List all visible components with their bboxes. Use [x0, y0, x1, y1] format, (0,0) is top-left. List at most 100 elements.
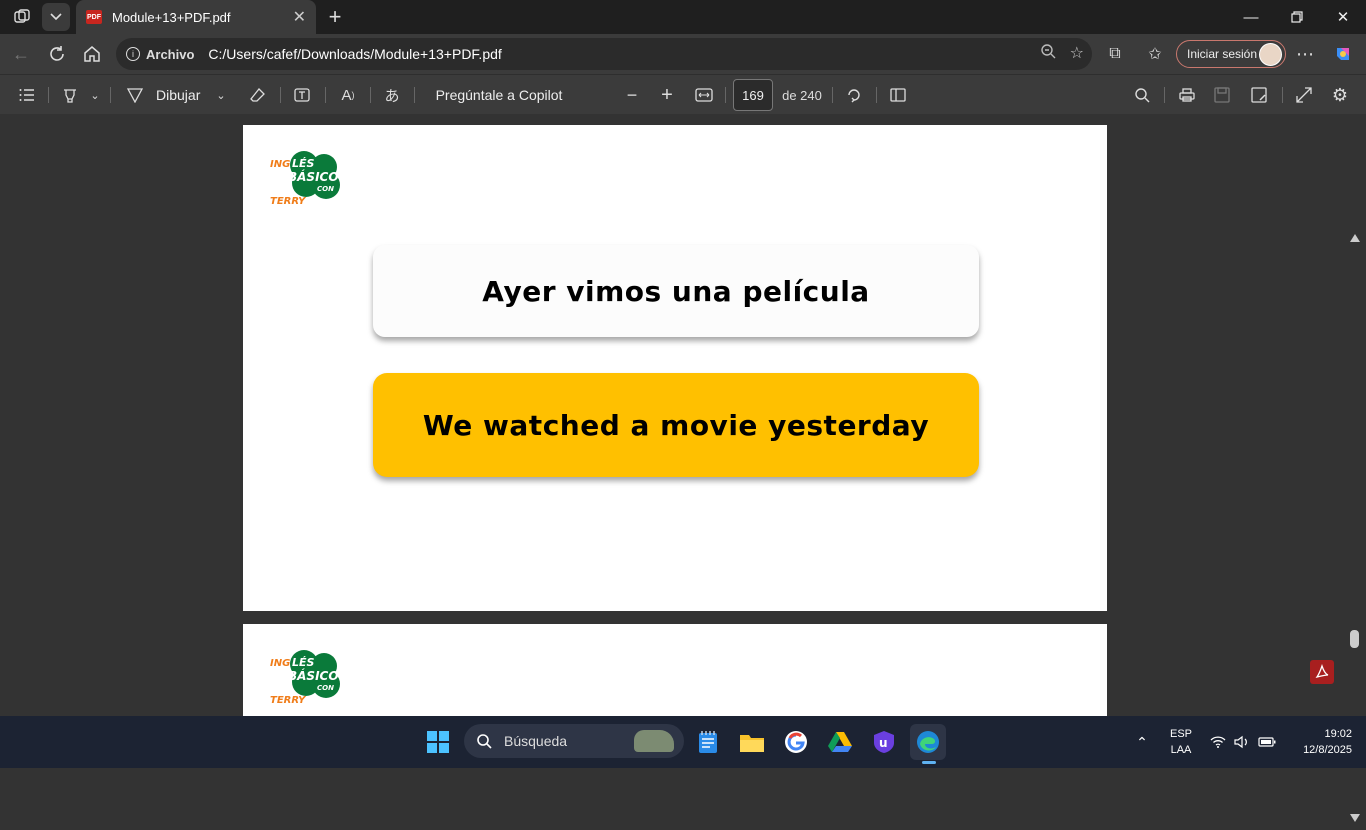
signin-label: Iniciar sesión [1187, 47, 1258, 61]
file-explorer-icon[interactable] [734, 724, 770, 760]
logo-ingles-basico-con-terry: ING LÉS BÁSICO CON TERRY [270, 151, 340, 207]
signin-button[interactable]: Iniciar sesión [1176, 40, 1286, 68]
toolbar-separator [876, 87, 877, 103]
google-drive-icon[interactable] [822, 724, 858, 760]
svg-text:LÉS: LÉS [292, 157, 315, 170]
ublock-icon[interactable]: u [866, 724, 902, 760]
scroll-down-icon[interactable] [1350, 814, 1360, 822]
find-icon[interactable] [1130, 75, 1154, 115]
zoom-icon[interactable] [1040, 43, 1056, 64]
contents-icon[interactable] [14, 75, 40, 115]
google-icon[interactable] [778, 724, 814, 760]
refresh-icon[interactable] [42, 40, 72, 68]
zoom-out-icon[interactable]: − [620, 75, 644, 115]
ask-copilot-button[interactable]: Pregúntale a Copilot [424, 75, 574, 115]
svg-text:CON: CON [317, 185, 334, 193]
toolbar-separator [48, 87, 49, 103]
logo-ingles-basico-con-terry: ING LÉS BÁSICO CON TERRY [270, 650, 340, 706]
print-icon[interactable] [1175, 75, 1199, 115]
draw-icon [126, 88, 144, 103]
pdf-page: ING LÉS BÁSICO CON TERRY Ayer vimos una … [243, 125, 1107, 611]
start-windows-icon[interactable] [420, 724, 456, 760]
address-scheme-label: Archivo [146, 46, 195, 62]
highlight-chevron-icon[interactable]: ⌄ [88, 75, 102, 115]
url-text[interactable]: C:/Users/cafef/Downloads/Module+13+PDF.p… [208, 46, 501, 62]
svg-text:ING: ING [270, 658, 290, 669]
tab-close-icon[interactable]: ✕ [293, 7, 306, 27]
time: 19:02 [1324, 728, 1352, 740]
eraser-icon[interactable] [246, 75, 270, 115]
workspaces-icon[interactable] [8, 3, 36, 31]
elephant-icon [634, 730, 674, 752]
page-number: 169 [742, 87, 764, 103]
language-code: ESP [1169, 728, 1192, 740]
input-language[interactable]: ESP LAA [1168, 716, 1194, 768]
tab-actions-chevron-icon[interactable] [42, 3, 70, 31]
favorite-star-icon[interactable]: ☆ [1070, 43, 1084, 64]
info-icon[interactable]: i [126, 47, 140, 61]
back-icon[interactable]: ← [6, 40, 36, 68]
zoom-in-icon[interactable]: + [655, 75, 679, 115]
toolbar-separator [370, 87, 371, 103]
volume-icon [1234, 735, 1247, 749]
fit-page-icon[interactable] [692, 75, 716, 115]
tab-title: Module+13+PDF.pdf [112, 9, 231, 25]
toolbar-separator [1164, 87, 1165, 103]
page-number-input[interactable]: 169 [733, 79, 773, 111]
svg-text:TERRY: TERRY [270, 695, 307, 706]
svg-text:ING: ING [270, 159, 290, 170]
search-icon [477, 734, 492, 749]
scroll-up-icon[interactable] [1350, 234, 1360, 242]
pdf-viewer: ING LÉS BÁSICO CON TERRY Ayer vimos una … [0, 114, 1366, 822]
toolbar-separator [1282, 87, 1283, 103]
spanish-sentence-card: Ayer vimos una película [373, 245, 979, 337]
svg-text:LÉS: LÉS [292, 656, 315, 669]
active-app-indicator [922, 761, 936, 764]
new-tab-icon[interactable]: + [322, 4, 348, 30]
settings-gear-icon[interactable]: ⚙ [1328, 75, 1352, 115]
clock[interactable]: 19:02 12/8/2025 [1288, 716, 1352, 768]
pdf-icon: PDF [86, 10, 102, 24]
taskbar-search[interactable]: Búsqueda [464, 724, 684, 758]
close-window-icon[interactable]: ✕ [1320, 0, 1366, 34]
draw-button[interactable]: Dibujar [126, 75, 204, 115]
text-box-icon[interactable] [290, 75, 314, 115]
copilot-label: Pregúntale a Copilot [435, 87, 563, 103]
acrobat-icon[interactable] [1310, 660, 1334, 684]
svg-text:BÁSICO: BÁSICO [288, 169, 339, 184]
battery-icon [1258, 737, 1276, 747]
tab-bar: PDF Module+13+PDF.pdf ✕ + — ✕ [0, 0, 1366, 34]
save-as-icon[interactable] [1247, 75, 1271, 115]
favorites-icon[interactable]: ✩ [1140, 40, 1170, 68]
minimize-icon[interactable]: — [1228, 0, 1274, 34]
more-options-icon[interactable]: ⋯ [1290, 40, 1320, 68]
save-icon[interactable] [1210, 75, 1234, 115]
read-aloud-icon[interactable]: A) [336, 75, 360, 115]
scrollbar-thumb[interactable] [1350, 630, 1359, 648]
toolbar-separator [325, 87, 326, 103]
toolbar-separator [832, 87, 833, 103]
restore-icon[interactable] [1274, 0, 1320, 34]
language-layout: LAA [1170, 744, 1192, 756]
copilot-icon[interactable] [1328, 40, 1358, 68]
fullscreen-icon[interactable] [1292, 75, 1316, 115]
url-bar[interactable]: i Archivo C:/Users/cafef/Downloads/Modul… [116, 38, 1092, 70]
draw-label: Dibujar [156, 87, 201, 103]
home-icon[interactable] [77, 40, 107, 68]
extensions-icon[interactable]: ⧉ [1100, 40, 1130, 68]
translate-icon[interactable]: あ [380, 75, 404, 115]
svg-text:TERRY: TERRY [270, 196, 307, 207]
tab-active[interactable]: PDF Module+13+PDF.pdf ✕ [76, 0, 316, 34]
network-volume-battery[interactable] [1208, 716, 1278, 768]
rotate-icon[interactable] [842, 75, 866, 115]
notepad-icon[interactable] [690, 724, 726, 760]
page-view-icon[interactable] [886, 75, 910, 115]
show-hidden-icons-chevron-icon[interactable]: ⌃ [1134, 716, 1150, 768]
page-total-label: de 240 [782, 87, 822, 103]
taskbar: Búsqueda u ⌃ ESP LAA 19:02 12/8/2025 [0, 716, 1366, 768]
pdf-toolbar: ⌄ Dibujar ⌄ A) あ Pregúntale a Copilot − … [0, 74, 1366, 114]
edge-icon[interactable] [910, 724, 946, 764]
highlight-icon[interactable] [58, 75, 82, 115]
draw-chevron-icon[interactable]: ⌄ [214, 75, 228, 115]
avatar [1259, 43, 1282, 66]
